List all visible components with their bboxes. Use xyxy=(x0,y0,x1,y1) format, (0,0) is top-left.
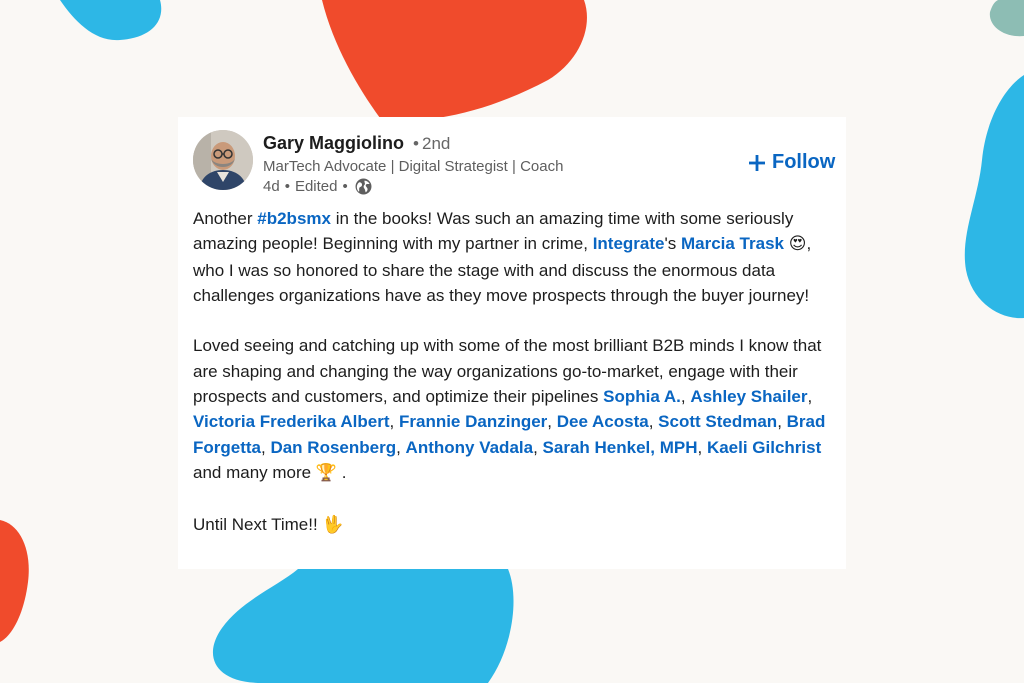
vulcan-salute-emoji: 🖖 xyxy=(322,514,344,535)
follow-button[interactable]: Follow xyxy=(748,151,835,174)
author-name-line: Gary Maggiolino • 2nd xyxy=(263,133,450,154)
author-headline: MarTech Advocate | Digital Strategist | … xyxy=(263,158,564,175)
author-name[interactable]: Gary Maggiolino xyxy=(263,133,404,153)
follow-label: Follow xyxy=(772,151,836,173)
teal-blob-top-right xyxy=(989,0,1024,37)
company-mention[interactable]: Integrate xyxy=(593,234,665,253)
person-mention[interactable]: Dee Acosta xyxy=(557,412,649,431)
blue-blob-bottom xyxy=(212,569,514,683)
separator: , xyxy=(389,412,399,432)
post-paragraph-1: Another #b2bsmx in the books! Was such a… xyxy=(193,206,833,308)
post-card: Gary Maggiolino • 2nd MarTech Advocate | … xyxy=(178,117,846,569)
separator: , xyxy=(648,412,659,432)
person-mention[interactable]: Kaeli Gilchrist xyxy=(707,438,821,457)
separator: , xyxy=(697,437,707,457)
blue-blob-right xyxy=(964,75,1024,319)
meta-separator: • xyxy=(284,178,290,195)
person-mention[interactable]: Dan Rosenberg xyxy=(270,438,396,457)
edited-label: Edited xyxy=(294,178,338,195)
red-blob-left xyxy=(0,520,29,642)
post-text: Until Next Time!! xyxy=(193,514,323,534)
post-time: 4d xyxy=(263,178,280,195)
plus-icon xyxy=(748,154,766,172)
degree-label: 2nd xyxy=(421,134,451,153)
meta-separator-2: • xyxy=(342,178,348,195)
post-text: Another xyxy=(193,209,258,228)
post-text: and many more xyxy=(193,462,316,482)
post-paragraph-2: Loved seeing and catching up with some o… xyxy=(193,333,833,486)
person-mention[interactable]: Sophia A. xyxy=(603,387,681,406)
person-mention[interactable]: Victoria Frederika Albert xyxy=(193,412,390,431)
separator: , xyxy=(680,387,691,407)
post-text: 's xyxy=(664,234,681,254)
post-text: . xyxy=(337,462,347,482)
person-mention[interactable]: Ashley Shailer xyxy=(690,387,807,406)
degree-separator: • xyxy=(413,134,419,153)
post-meta: 4d • Edited • xyxy=(263,178,372,195)
separator: , xyxy=(547,412,557,432)
blue-blob-top-left xyxy=(60,0,162,41)
avatar[interactable] xyxy=(193,130,253,190)
separator: , xyxy=(807,387,813,407)
trophy-emoji: 🏆 xyxy=(315,462,338,483)
avatar-photo xyxy=(193,130,253,190)
person-mention[interactable]: Marcia Trask xyxy=(681,234,784,253)
person-mention[interactable]: Anthony Vadala xyxy=(406,438,534,457)
separator: , xyxy=(533,437,543,457)
heart-eyes-emoji: 😍 xyxy=(788,234,807,255)
separator: , xyxy=(777,412,787,432)
person-mention[interactable]: Sarah Henkel, MPH xyxy=(543,438,698,457)
person-mention[interactable]: Frannie Danzinger xyxy=(399,412,547,431)
hashtag-link[interactable]: #b2bsmx xyxy=(257,209,331,228)
connection-degree: • 2nd xyxy=(409,134,450,153)
post-paragraph-3: Until Next Time!! 🖖 xyxy=(193,512,833,538)
red-blob-top xyxy=(322,0,587,118)
separator: , xyxy=(396,437,406,457)
person-mention[interactable]: Scott Stedman xyxy=(658,412,777,431)
globe-icon xyxy=(355,178,372,195)
post-body: Another #b2bsmx in the books! Was such a… xyxy=(193,206,833,538)
